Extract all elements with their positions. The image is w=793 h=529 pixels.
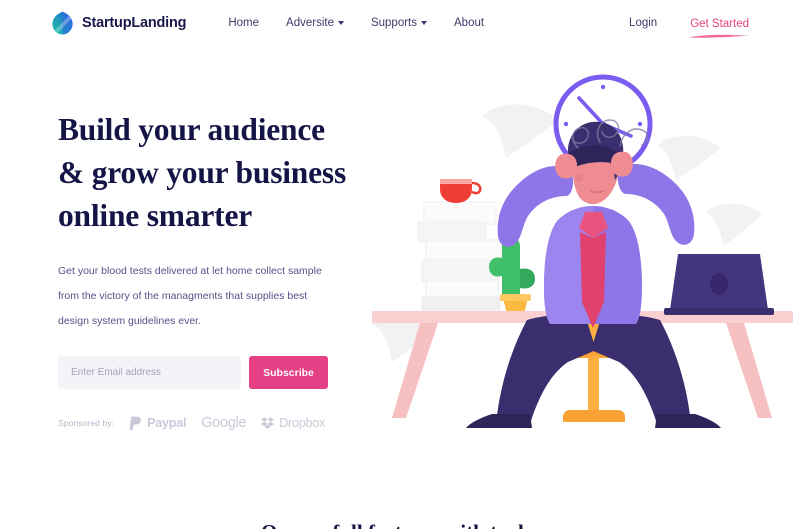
dropbox-icon: [261, 417, 275, 429]
subscribe-button[interactable]: Subscribe: [249, 356, 328, 389]
nav-right-actions: Login Get Started: [629, 14, 750, 38]
hero-description-line-3: design system guidelines ever.: [58, 315, 201, 327]
page-title: Build your audience & grow your business…: [58, 108, 388, 237]
underline-swoosh-icon: [689, 34, 750, 38]
paypal-icon: [129, 416, 141, 430]
sponsor-google-label: Google: [201, 415, 247, 431]
next-section-heading-text: Our usefull features with tools: [261, 519, 532, 529]
hero-illustration: [372, 74, 793, 428]
hero-description: Get your blood tests delivered at let ho…: [58, 259, 323, 334]
hero-description-line-1: Get your blood tests delivered at let ho…: [58, 265, 322, 277]
nav-link-home[interactable]: Home: [228, 17, 259, 29]
next-section-heading: Our usefull features with tools: [0, 519, 793, 529]
sponsor-dropbox-label: Dropbox: [279, 416, 326, 430]
nav-link-adversite[interactable]: Adversite: [286, 17, 344, 29]
laptop-icon: [664, 254, 774, 315]
login-link[interactable]: Login: [629, 17, 657, 29]
sponsor-paypal[interactable]: Paypal: [129, 416, 186, 431]
nav-link-about-label: About: [454, 16, 485, 29]
hero-content: Build your audience & grow your business…: [58, 108, 388, 431]
get-started-button[interactable]: Get Started: [689, 14, 750, 38]
nav-link-about[interactable]: About: [454, 17, 484, 29]
landing-page: StartupLanding Home Adversite Supports A…: [0, 0, 793, 529]
email-input[interactable]: [58, 356, 241, 389]
nav-link-supports[interactable]: Supports: [371, 17, 427, 29]
sponsor-paypal-label: Paypal: [147, 416, 187, 430]
brand-name: StartupLanding: [82, 14, 187, 31]
headline-line-3: online smarter: [58, 198, 253, 233]
navbar: StartupLanding Home Adversite Supports A…: [0, 0, 793, 45]
coffee-cup-icon: [440, 179, 482, 203]
chevron-down-icon: [421, 21, 427, 25]
subscribe-form: Subscribe: [58, 356, 328, 389]
sponsor-dropbox[interactable]: Dropbox: [261, 416, 325, 430]
nav-links: Home Adversite Supports About: [228, 17, 484, 29]
sponsored-by-label: Sponsored by:: [58, 418, 115, 428]
headline-line-2: & grow your business: [58, 155, 347, 190]
paper-stack-icon: [417, 201, 503, 313]
headline-line-1: Build your audience: [58, 112, 325, 147]
get-started-label: Get Started: [690, 17, 749, 30]
brand-logo[interactable]: StartupLanding: [52, 11, 187, 35]
leaf-logo-icon: [52, 11, 73, 34]
nav-link-supports-label: Supports: [370, 16, 417, 29]
hero-description-line-2: from the victory of the managments that …: [58, 290, 308, 302]
nav-link-home-label: Home: [228, 16, 260, 29]
sponsor-google[interactable]: Google: [201, 415, 246, 431]
nav-link-adversite-label: Adversite: [286, 16, 334, 29]
chevron-down-icon: [337, 21, 344, 25]
sponsors-row: Sponsored by: Paypal Google Dropbox: [58, 415, 388, 431]
